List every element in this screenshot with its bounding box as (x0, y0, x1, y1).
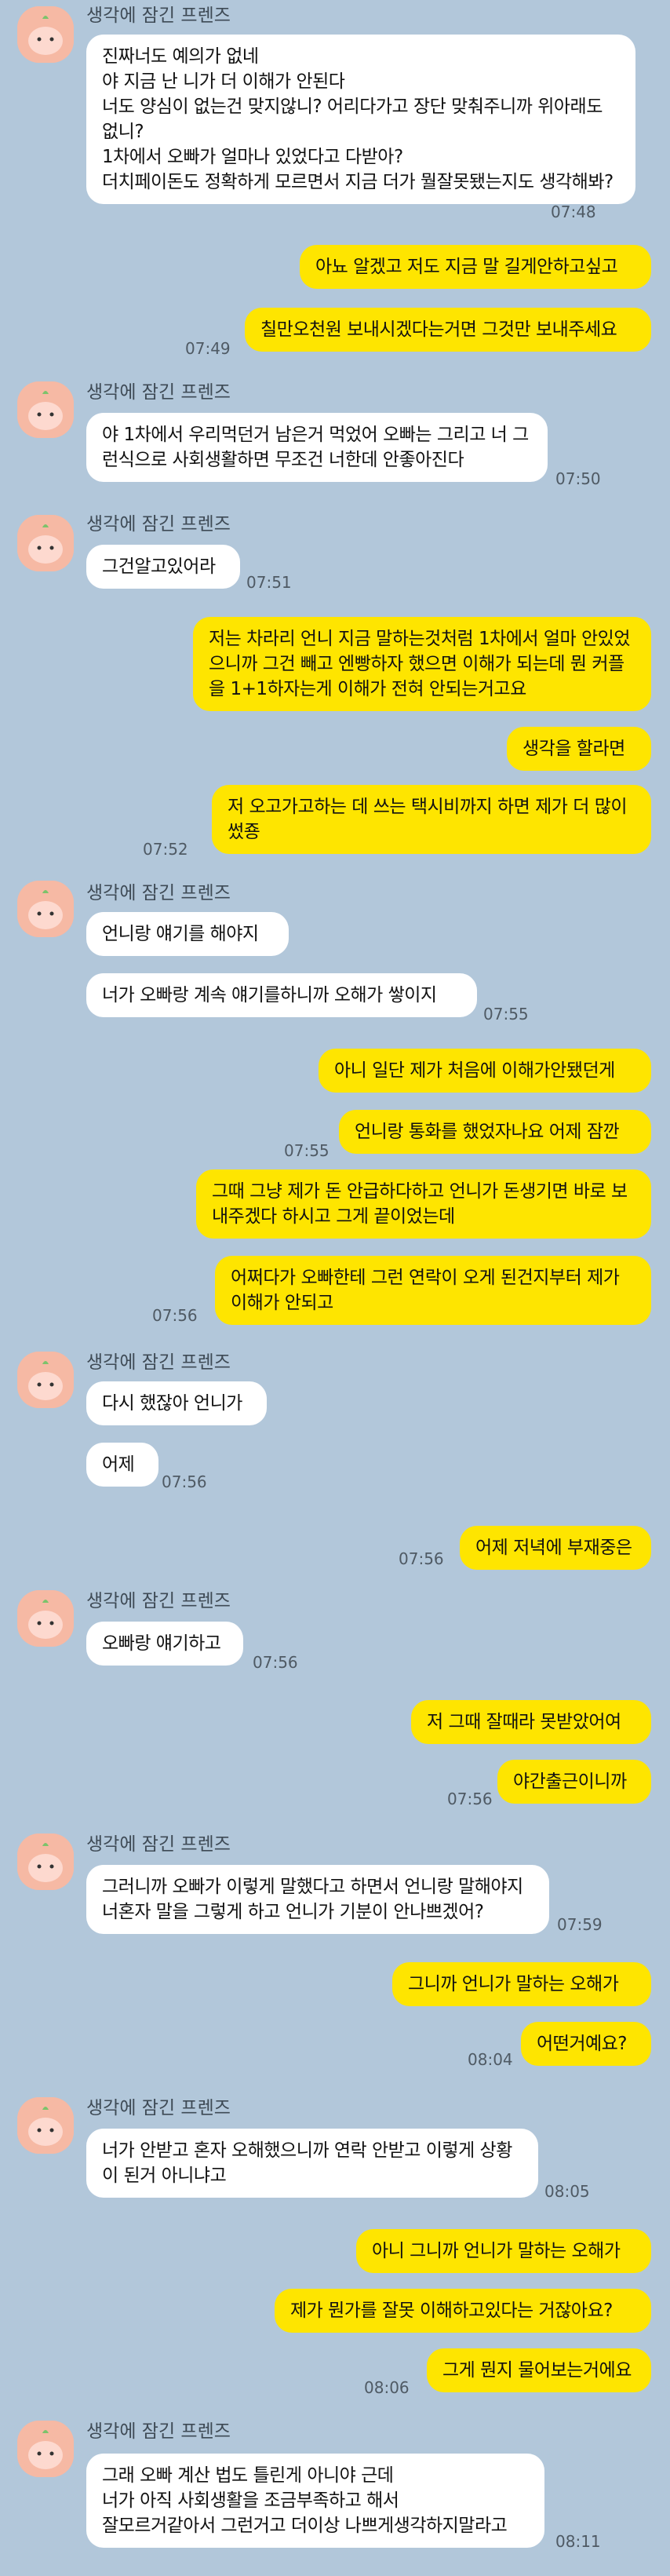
message-time: 07:55 (284, 1141, 330, 1160)
message-bubble[interactable]: 진짜너도 예의가 없네 야 지금 난 니가 더 이해가 안된다 너도 양심이 없… (86, 35, 635, 204)
message-time: 07:56 (253, 1653, 298, 1672)
message-time: 07:52 (143, 840, 188, 859)
message-bubble[interactable]: 생각을 할라면 (507, 727, 651, 771)
message-bubble[interactable]: 너가 안받고 혼자 오해했으니까 연락 안받고 이렇게 상황이 된거 아니냐고 (86, 2129, 538, 2198)
sender-name: 생각에 잠긴 프렌즈 (86, 883, 231, 903)
message-time: 08:06 (364, 2378, 410, 2397)
sender-name: 생각에 잠긴 프렌즈 (86, 1834, 231, 1855)
sender-name: 생각에 잠긴 프렌즈 (86, 2421, 231, 2442)
avatar[interactable] (17, 1352, 74, 1408)
message-time: 07:56 (399, 1549, 444, 1568)
message-time: 07:56 (447, 1790, 493, 1808)
sender-name: 생각에 잠긴 프렌즈 (86, 514, 231, 535)
sender-name: 생각에 잠긴 프렌즈 (86, 2098, 231, 2118)
message-time: 08:04 (468, 2050, 513, 2069)
avatar[interactable] (17, 2097, 74, 2154)
message-bubble[interactable]: 어쩌다가 오빠한테 그런 연락이 오게 된건지부터 제가 이해가 안되고 (215, 1256, 651, 1325)
message-bubble[interactable]: 언니랑 통화를 했었자나요 어제 잠깐 (339, 1110, 651, 1154)
message-bubble[interactable]: 저는 차라리 언니 지금 말하는것처럼 1차에서 얼마 안있었으니까 그건 빼고… (193, 617, 651, 711)
message-bubble[interactable]: 그게 뭔지 물어보는거에요 (427, 2348, 651, 2392)
message-bubble[interactable]: 저 오고가고하는 데 쓰는 택시비까지 하면 제가 더 많이 썼죵 (212, 785, 651, 854)
message-bubble[interactable]: 어떤거예요? (521, 2022, 651, 2066)
sender-name: 생각에 잠긴 프렌즈 (86, 5, 231, 26)
message-time: 07:55 (483, 1005, 529, 1023)
avatar[interactable] (17, 6, 74, 63)
message-bubble[interactable]: 제가 뭔가를 잘못 이해하고있다는 거잖아요? (275, 2289, 651, 2333)
avatar[interactable] (17, 1590, 74, 1647)
message-time: 08:05 (544, 2182, 590, 2201)
message-time: 07:56 (152, 1306, 198, 1325)
message-bubble[interactable]: 야간출근이니까 (497, 1760, 651, 1804)
message-bubble[interactable]: 그러니까 오빠가 이렇게 말했다고 하면서 언니랑 말해야지 너혼자 말을 그렇… (86, 1865, 549, 1934)
message-bubble[interactable]: 칠만오천원 보내시겠다는거면 그것만 보내주세요 (245, 308, 651, 352)
message-time: 07:48 (551, 203, 596, 221)
message-time: 07:59 (557, 1915, 603, 1934)
avatar[interactable] (17, 515, 74, 571)
message-time: 07:51 (246, 573, 292, 592)
avatar[interactable] (17, 1833, 74, 1890)
message-bubble[interactable]: 어제 저녁에 부재중은 (460, 1526, 651, 1570)
avatar[interactable] (17, 381, 74, 438)
sender-name: 생각에 잠긴 프렌즈 (86, 1352, 231, 1373)
message-bubble[interactable]: 그건알고있어라 (86, 545, 240, 589)
message-bubble[interactable]: 다시 했잖아 언니가 (86, 1381, 267, 1425)
message-time: 07:56 (162, 1472, 207, 1491)
sender-name: 생각에 잠긴 프렌즈 (86, 382, 231, 403)
message-bubble[interactable]: 언니랑 얘기를 해야지 (86, 912, 289, 956)
message-bubble[interactable]: 그니까 언니가 말하는 오해가 (392, 1962, 651, 2006)
sender-name: 생각에 잠긴 프렌즈 (86, 1591, 231, 1611)
message-bubble[interactable]: 어제 (86, 1443, 158, 1487)
message-bubble[interactable]: 야 1차에서 우리먹던거 남은거 먹었어 오빠는 그리고 너 그런식으로 사회생… (86, 413, 548, 482)
message-bubble[interactable]: 아니 일단 제가 처음에 이해가안됐던게 (319, 1049, 651, 1093)
message-bubble[interactable]: 그래 오빠 계산 법도 틀린게 아니야 근데 너가 아직 사회생활을 조금부족하… (86, 2454, 544, 2548)
message-bubble[interactable]: 아니 그니까 언니가 말하는 오해가 (356, 2229, 651, 2273)
message-time: 08:11 (555, 2532, 601, 2551)
message-bubble[interactable]: 저 그때 잘때라 못받았어여 (411, 1700, 651, 1744)
chat-room: 생각에 잠긴 프렌즈 진짜너도 예의가 없네 야 지금 난 니가 더 이해가 안… (0, 0, 670, 2576)
message-bubble[interactable]: 너가 오빠랑 계속 얘기를하니까 오해가 쌓이지 (86, 973, 477, 1017)
message-bubble[interactable]: 아뇨 알겠고 저도 지금 말 길게안하고싶고 (300, 245, 651, 289)
message-time: 07:49 (185, 339, 231, 358)
message-bubble[interactable]: 오빠랑 얘기하고 (86, 1622, 243, 1666)
avatar[interactable] (17, 2421, 74, 2477)
avatar[interactable] (17, 881, 74, 937)
message-bubble[interactable]: 그때 그냥 제가 돈 안급하다하고 언니가 돈생기면 바로 보내주겠다 하시고 … (196, 1169, 651, 1239)
message-time: 07:50 (555, 469, 601, 488)
